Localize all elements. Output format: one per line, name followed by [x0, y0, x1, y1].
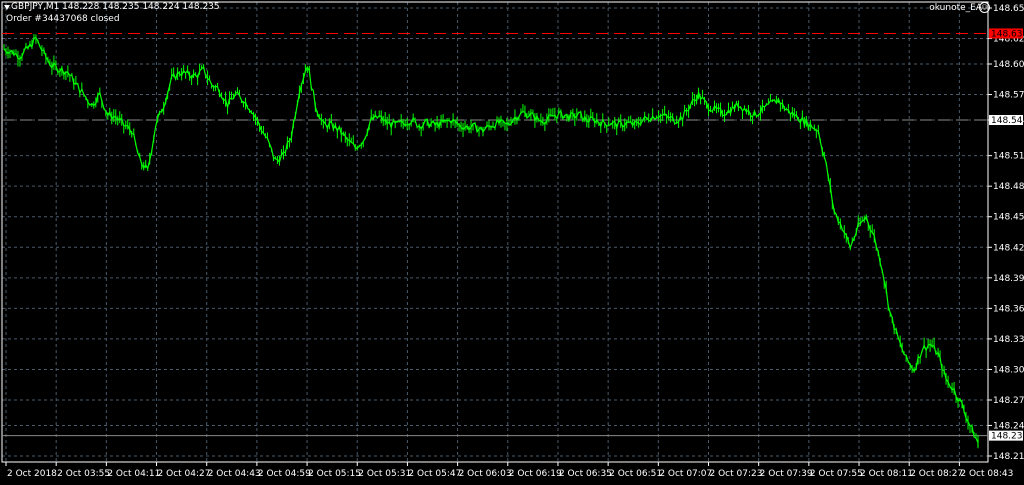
- y-tick-label: 148.300: [993, 365, 1024, 375]
- x-tick-label: 2 Oct 07:07: [659, 469, 712, 479]
- x-tick-label: 2 Oct 2018: [7, 469, 57, 479]
- x-tick-label: 2 Oct 06:35: [559, 469, 612, 479]
- price-line-label: 148.630: [991, 29, 1024, 39]
- x-tick-label: 2 Oct 06:19: [509, 469, 562, 479]
- expert-advisor-name: okunote_EA: [929, 3, 982, 13]
- x-tick-label: 2 Oct 03:55: [57, 469, 110, 479]
- x-tick-label: 2 Oct 04:59: [258, 469, 311, 479]
- price-chart[interactable]: 148.655148.625148.600148.570148.545148.5…: [0, 0, 1024, 485]
- price-line-label: 148.235: [991, 432, 1024, 442]
- x-tick-label: 2 Oct 08:11: [860, 469, 913, 479]
- y-tick-label: 148.420: [993, 243, 1024, 253]
- price-axis: 148.655148.625148.600148.570148.545148.5…: [988, 4, 1024, 462]
- x-tick-label: 2 Oct 08:27: [910, 469, 963, 479]
- y-tick-label: 148.655: [993, 4, 1024, 14]
- smiley-icon[interactable]: ☺: [979, 2, 990, 13]
- y-tick-label: 148.270: [993, 396, 1024, 406]
- dropdown-triangle-icon: [4, 5, 10, 10]
- x-tick-label: 2 Oct 04:27: [158, 469, 211, 479]
- x-tick-label: 2 Oct 07:55: [810, 469, 863, 479]
- x-tick-label: 2 Oct 05:15: [308, 469, 361, 479]
- x-tick-label: 2 Oct 07:23: [709, 469, 762, 479]
- x-tick-label: 2 Oct 05:31: [358, 469, 411, 479]
- x-tick-label: 2 Oct 08:43: [960, 469, 1013, 479]
- chart-frame: [1, 1, 989, 463]
- y-tick-label: 148.390: [993, 274, 1024, 284]
- y-tick-label: 148.570: [993, 91, 1024, 101]
- y-tick-label: 148.450: [993, 213, 1024, 223]
- price-lines: [2, 32, 988, 437]
- y-tick-label: 148.330: [993, 335, 1024, 345]
- y-tick-label: 148.215: [993, 452, 1024, 462]
- price-line-label: 148.545: [991, 116, 1024, 126]
- x-tick-label: 2 Oct 06:03: [459, 469, 512, 479]
- x-tick-label: 2 Oct 05:47: [408, 469, 461, 479]
- order-status: Order #34437068 closed: [6, 14, 120, 24]
- y-tick-label: 148.510: [993, 152, 1024, 162]
- x-tick-label: 2 Oct 06:51: [609, 469, 662, 479]
- y-tick-label: 148.245: [993, 421, 1024, 431]
- price-series-line: [3, 37, 979, 447]
- price-series: [3, 34, 979, 449]
- time-axis: 2 Oct 2018 2 Oct 03:552 Oct 04:112 Oct 04…: [5, 462, 1013, 479]
- x-tick-label: 2 Oct 04:11: [107, 469, 160, 479]
- chart-grid: [1, 1, 989, 463]
- y-tick-label: 148.480: [993, 182, 1024, 192]
- x-tick-label: 2 Oct 07:39: [760, 469, 813, 479]
- x-tick-label: 2 Oct 04:43: [208, 469, 261, 479]
- y-tick-label: 148.360: [993, 304, 1024, 314]
- symbol-info: GBPJPY,M1 148.228 148.235 148.224 148.23…: [11, 2, 220, 12]
- y-tick-label: 148.600: [993, 60, 1024, 70]
